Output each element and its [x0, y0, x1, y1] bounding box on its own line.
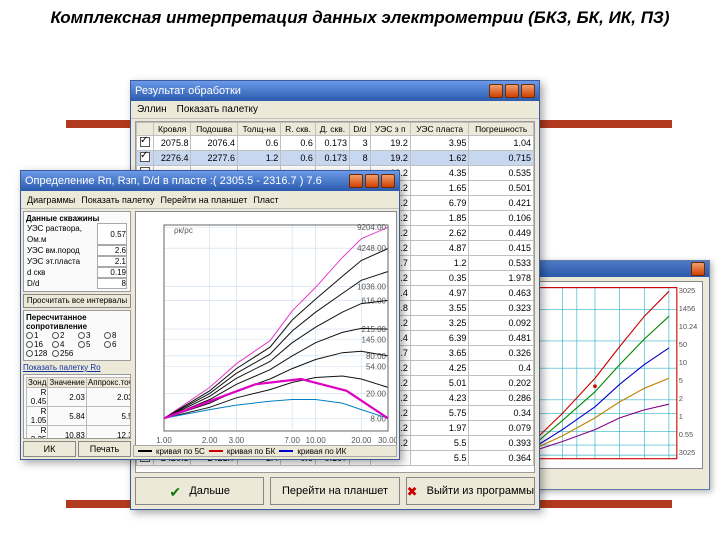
row-checkbox[interactable] — [140, 137, 150, 147]
svg-text:10.24: 10.24 — [679, 322, 698, 331]
dd-radio[interactable]: 6 — [104, 340, 128, 349]
svg-text:80.00: 80.00 — [366, 352, 387, 361]
menu-item[interactable]: Перейти на планшет — [161, 195, 248, 205]
show-paletka-link[interactable]: Показать палетку Ro — [23, 363, 131, 372]
table-row[interactable]: 2075.82076.40.60.60.173319.23.951.04 — [137, 136, 534, 151]
svg-text:3.00: 3.00 — [229, 436, 245, 445]
dd-radio[interactable]: 16 — [26, 340, 50, 349]
paletka-legend: кривая по 5С кривая по БК кривая по ИК — [133, 445, 397, 457]
paletka-chart: 1.002.003.007.0010.0020.0030.008.0020.00… — [135, 211, 397, 457]
svg-text:2.00: 2.00 — [202, 436, 218, 445]
param-input[interactable] — [97, 223, 127, 245]
menu-item[interactable]: Показать палетку — [177, 104, 258, 115]
paletka-sidebar: Данные скважины УЭС раствора, Ом.мУЭС вм… — [21, 209, 133, 459]
minimize-icon[interactable] — [349, 174, 363, 188]
param-input[interactable] — [97, 278, 127, 289]
svg-text:0.55: 0.55 — [679, 430, 693, 439]
cross-icon — [407, 484, 421, 498]
svg-text:5: 5 — [679, 376, 683, 385]
svg-text:3025: 3025 — [679, 448, 696, 457]
dd-radio[interactable]: 1 — [26, 331, 50, 340]
svg-text:1036.00: 1036.00 — [357, 282, 386, 291]
svg-text:1456: 1456 — [679, 304, 696, 313]
svg-text:3025: 3025 — [679, 286, 696, 295]
menu-item[interactable]: Пласт — [253, 195, 278, 205]
svg-text:20.00: 20.00 — [351, 436, 372, 445]
dd-radio[interactable]: 256 — [52, 349, 76, 358]
dd-radio[interactable]: 2 — [52, 331, 76, 340]
result-menubar[interactable]: Эллин Показать палетку — [131, 101, 539, 119]
ik-button[interactable]: ИК — [23, 441, 76, 457]
svg-text:30.00: 30.00 — [378, 436, 396, 445]
table-row[interactable]: R 0.452.032.03 — [27, 388, 132, 407]
table-row[interactable]: R 1.055.845.5 — [27, 407, 132, 426]
maximize-icon[interactable] — [365, 174, 379, 188]
svg-text:54.00: 54.00 — [366, 363, 387, 372]
svg-text:ρк/ρс: ρк/ρс — [174, 226, 193, 235]
slide-title: Комплексная интерпретация данных электро… — [0, 0, 720, 38]
svg-text:1.00: 1.00 — [156, 436, 172, 445]
menu-item[interactable]: Диаграммы — [27, 195, 75, 205]
goto-plansheet-button[interactable]: Перейти на планшет — [270, 477, 399, 505]
svg-text:10: 10 — [679, 358, 687, 367]
result-titlebar[interactable]: Результат обработки — [131, 81, 539, 101]
maximize-icon[interactable] — [505, 84, 519, 98]
param-input[interactable] — [97, 256, 127, 267]
param-input[interactable] — [97, 267, 127, 278]
next-button[interactable]: Дальше — [135, 477, 264, 505]
zond-table-box: ЗондЗначениеАппрокс.точR 0.452.032.03R 1… — [23, 374, 131, 439]
svg-text:50: 50 — [679, 340, 687, 349]
dd-radio[interactable]: 4 — [52, 340, 76, 349]
paletka-title: Определение Rп, Rзп, D/d в пласте :( 230… — [25, 175, 322, 187]
paletka-menubar[interactable]: Диаграммы Показать палетку Перейти на пл… — [21, 191, 399, 209]
svg-text:20.00: 20.00 — [366, 389, 387, 398]
dd-radio-box: Пересчитанное сопротивление 123816456128… — [23, 310, 131, 361]
print-button[interactable]: Печать — [78, 441, 131, 457]
svg-text:7.00: 7.00 — [284, 436, 300, 445]
dd-radio[interactable]: 128 — [26, 349, 50, 358]
svg-text:215.00: 215.00 — [362, 325, 387, 334]
check-icon — [169, 484, 183, 498]
params-box: Данные скважины УЭС раствора, Ом.мУЭС вм… — [23, 211, 131, 292]
table-row[interactable]: R 2.2510.8312.3 — [27, 426, 132, 440]
paletka-titlebar[interactable]: Определение Rп, Rзп, D/d в пласте :( 230… — [21, 171, 399, 191]
menu-item[interactable]: Показать палетку — [81, 195, 154, 205]
close-icon[interactable] — [381, 174, 395, 188]
menu-item[interactable]: Эллин — [137, 104, 167, 115]
close-icon[interactable] — [521, 84, 535, 98]
svg-text:1: 1 — [679, 412, 683, 421]
svg-text:2: 2 — [679, 394, 683, 403]
close-icon[interactable] — [691, 262, 705, 276]
dd-radio[interactable]: 3 — [78, 331, 102, 340]
dd-radio[interactable]: 8 — [104, 331, 128, 340]
svg-text:4248.00: 4248.00 — [357, 244, 386, 253]
result-title: Результат обработки — [135, 85, 241, 97]
dd-radio[interactable]: 5 — [78, 340, 102, 349]
paletka-window: Определение Rп, Rзп, D/d в пласте :( 230… — [20, 170, 400, 460]
table-row[interactable]: 2276.42277.61.20.60.173819.21.620.715 — [137, 151, 534, 166]
exit-button[interactable]: Выйти из программы — [406, 477, 535, 505]
param-input[interactable] — [97, 245, 127, 256]
svg-text:145.00: 145.00 — [362, 336, 387, 345]
calc-all-button[interactable]: Просчитать все интервалы — [23, 294, 131, 308]
row-checkbox[interactable] — [140, 152, 150, 162]
svg-text:10.00: 10.00 — [306, 436, 327, 445]
minimize-icon[interactable] — [489, 84, 503, 98]
